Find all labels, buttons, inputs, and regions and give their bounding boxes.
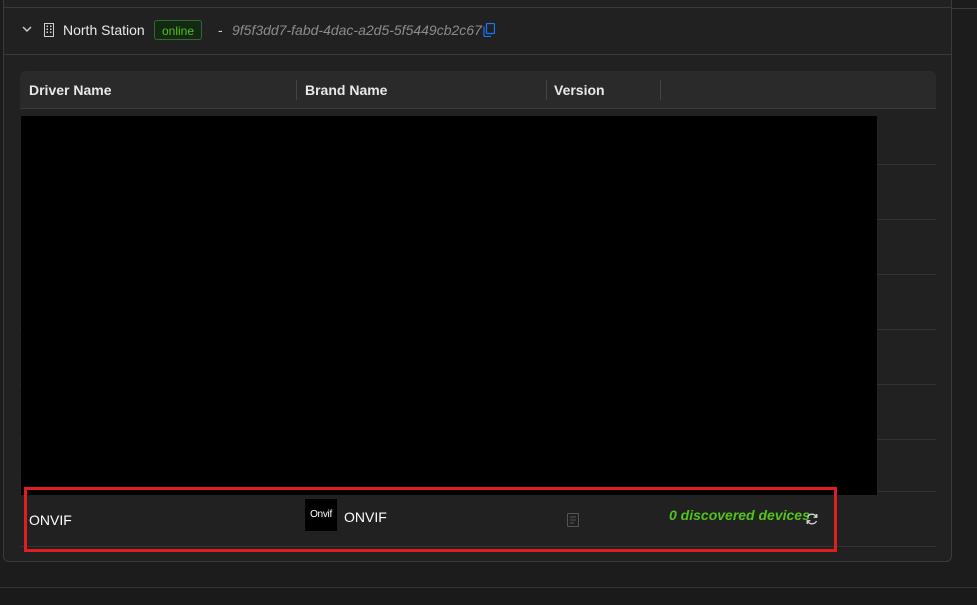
divider-line (952, 8, 977, 9)
id-separator: - (218, 22, 223, 38)
station-id: 9f5f3dd7-fabd-4dac-a2d5-5f5449cb2c67 (232, 22, 482, 38)
redacted-region (21, 116, 877, 495)
panel-top-divider (3, 0, 952, 8)
column-header-version: Version (554, 82, 605, 98)
status-badge: online (154, 20, 203, 40)
drivers-table: Driver Name Brand Name Version ONVIF Onv… (20, 71, 936, 549)
column-header-brand-name: Brand Name (305, 82, 388, 98)
station-header[interactable]: North Station online - 9f5f3dd7-fabd-4da… (3, 9, 952, 55)
footer-bar (0, 587, 977, 605)
column-header-driver-name: Driver Name (29, 82, 112, 98)
building-icon (44, 23, 54, 37)
column-divider[interactable] (660, 80, 661, 100)
highlight-box (24, 487, 837, 552)
station-name: North Station (63, 22, 145, 38)
column-divider[interactable] (296, 80, 297, 100)
column-divider[interactable] (546, 80, 547, 100)
table-header: Driver Name Brand Name Version (20, 71, 936, 109)
copy-icon[interactable] (483, 23, 495, 37)
chevron-down-icon[interactable] (21, 23, 33, 35)
